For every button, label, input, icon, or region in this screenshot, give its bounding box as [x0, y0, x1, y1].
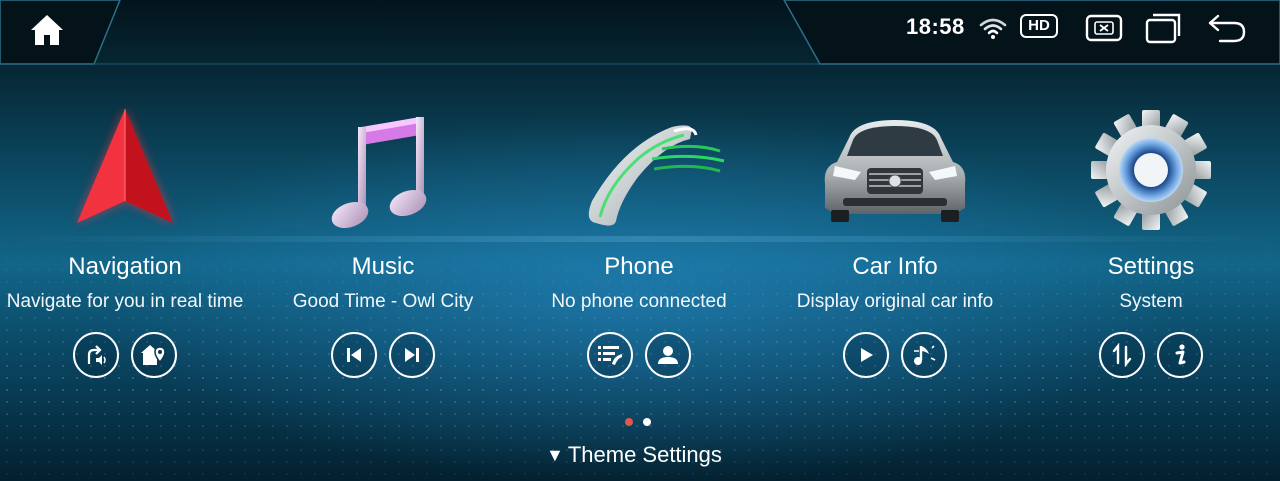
- triangle-down-icon: ▼: [546, 444, 564, 465]
- play-button[interactable]: [843, 332, 889, 378]
- app-tile-settings: Settings System: [1023, 100, 1279, 378]
- music-note-icon: [331, 117, 427, 229]
- next-track-button[interactable]: [389, 332, 435, 378]
- home-location-button[interactable]: [131, 332, 177, 378]
- theme-settings-label: Theme Settings: [567, 442, 722, 467]
- car-audio-icon: [914, 345, 936, 365]
- app-title: Settings: [1107, 253, 1195, 280]
- previous-track-button[interactable]: [331, 332, 377, 378]
- voice-navigation-icon: [87, 345, 106, 365]
- theme-settings-button[interactable]: ▼ Theme Settings: [546, 442, 722, 468]
- page-indicator: [625, 418, 651, 426]
- navigation-app-button[interactable]: [0, 100, 253, 240]
- car-info-app-button[interactable]: [767, 100, 1023, 240]
- app-subtitle: No phone connected: [551, 291, 727, 312]
- close-window-icon[interactable]: [1085, 14, 1123, 42]
- voice-navigation-button[interactable]: [73, 332, 119, 378]
- info-icon: [1175, 344, 1186, 365]
- app-tile-navigation: Navigation Navigate for you in real time: [0, 100, 253, 378]
- app-subtitle: Display original car info: [796, 291, 994, 312]
- home-icon: [31, 15, 63, 45]
- clock: 18:58: [906, 14, 965, 39]
- top-status-bar: 18:58 HD: [0, 0, 1280, 66]
- app-subtitle: Good Time - Owl City: [292, 291, 474, 312]
- home-button[interactable]: [28, 12, 66, 48]
- app-tile-music: Music Good Time - Owl City: [255, 100, 511, 378]
- phone-app-button[interactable]: [511, 100, 767, 240]
- contacts-button[interactable]: [645, 332, 691, 378]
- gear-icon: [1091, 110, 1211, 230]
- wifi-icon: [979, 18, 1007, 39]
- navigation-arrow-icon: [77, 109, 173, 223]
- app-subtitle: Navigate for you in real time: [6, 291, 244, 312]
- previous-track-icon: [347, 348, 361, 362]
- app-subtitle: System: [1119, 291, 1183, 312]
- page-dot[interactable]: [643, 418, 651, 426]
- music-app-button[interactable]: [255, 100, 511, 240]
- call-log-icon: [598, 346, 622, 365]
- app-tile-car-info: Car Info Display original car info: [767, 100, 1023, 378]
- app-title: Music: [351, 253, 415, 280]
- phone-handset-icon: [588, 125, 725, 226]
- sort-icon: [1112, 343, 1132, 367]
- app-title: Car Info: [852, 253, 938, 280]
- contacts-icon: [658, 346, 678, 364]
- multi-window-icon[interactable]: [1145, 12, 1183, 44]
- home-location-icon: [141, 345, 166, 365]
- call-log-button[interactable]: [587, 332, 633, 378]
- app-title: Navigation: [68, 253, 182, 280]
- settings-app-button[interactable]: [1023, 100, 1279, 240]
- car-icon: [824, 120, 966, 222]
- back-icon[interactable]: [1206, 12, 1248, 44]
- page-dot-active[interactable]: [625, 418, 633, 426]
- app-title: Phone: [604, 253, 674, 280]
- play-icon: [861, 348, 873, 362]
- car-audio-button[interactable]: [901, 332, 947, 378]
- sort-button[interactable]: [1099, 332, 1145, 378]
- app-tile-phone: Phone No phone connected: [511, 100, 767, 378]
- info-button[interactable]: [1157, 332, 1203, 378]
- hd-badge: HD: [1020, 14, 1058, 38]
- next-track-icon: [405, 348, 419, 362]
